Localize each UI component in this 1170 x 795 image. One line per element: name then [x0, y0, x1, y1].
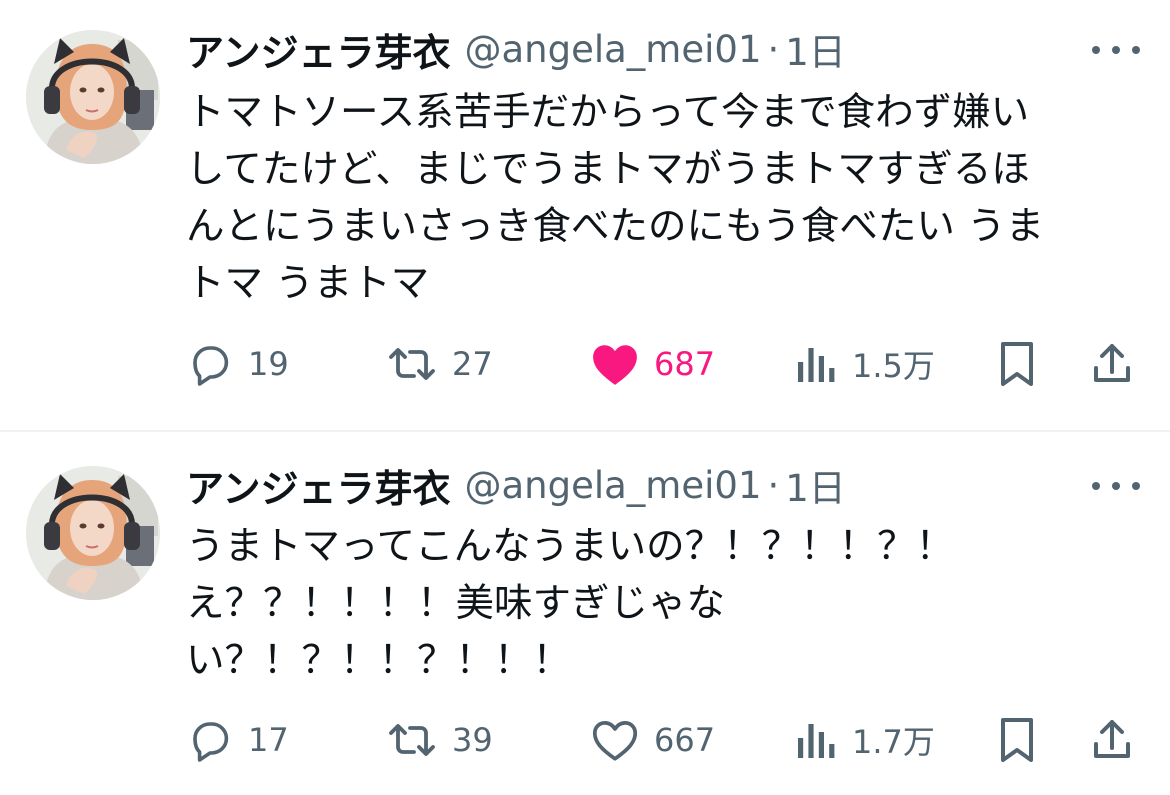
tweet-text-line: うまトマってこんなうまいの？！？！！？！ [186, 524, 955, 569]
more-icon[interactable] [1092, 40, 1140, 60]
reply-button[interactable]: 19 [186, 334, 289, 394]
tweet-header: アンジェラ芽衣 @angela_mei01 · 1日 [186, 22, 846, 77]
bookmark-icon [1001, 342, 1033, 386]
bookmark-icon [1001, 718, 1033, 762]
heart-outline-icon [592, 721, 638, 761]
retweet-icon [389, 724, 435, 756]
share-icon [1094, 720, 1130, 758]
tweet-text: トマトソース系苦手だからって今まで食わず嫌い してたけど、まじでうまトマがうまト… [186, 84, 1146, 312]
view-count: 1.7万 [852, 723, 935, 761]
action-bar: 17 39 667 1.7万 [0, 710, 1170, 770]
timestamp[interactable]: 1日 [785, 22, 846, 76]
like-count: 667 [654, 721, 716, 759]
retweet-icon [389, 348, 435, 380]
retweet-count: 27 [452, 345, 493, 383]
tweet-header: アンジェラ芽衣 @angela_mei01 · 1日 [186, 458, 846, 513]
timestamp[interactable]: 1日 [785, 458, 846, 512]
avatar-image [26, 30, 160, 164]
views-button[interactable]: 1.7万 [796, 710, 935, 770]
display-name[interactable]: アンジェラ芽衣 [186, 22, 450, 77]
avatar-image [26, 466, 160, 600]
reply-count: 17 [248, 721, 289, 759]
separator: · [767, 463, 780, 507]
avatar[interactable] [26, 30, 160, 164]
view-count: 1.5万 [852, 347, 935, 385]
bookmark-button[interactable] [996, 710, 1038, 770]
display-name[interactable]: アンジェラ芽衣 [186, 458, 450, 513]
reply-count: 19 [248, 345, 289, 383]
share-button[interactable] [1088, 334, 1136, 394]
user-handle[interactable]: @angela_mei01 [464, 464, 761, 507]
share-icon [1094, 344, 1130, 382]
avatar[interactable] [26, 466, 160, 600]
like-button[interactable]: 687 [590, 334, 715, 394]
tweet[interactable]: アンジェラ芽衣 @angela_mei01 · 1日 うまトマってこんなうまいの… [0, 432, 1170, 795]
tweet-text-line: え？？！！！！美味すぎじゃな [186, 581, 726, 626]
heart-filled-icon [593, 345, 637, 385]
action-bar: 19 27 687 1.5万 [0, 334, 1170, 394]
retweet-button[interactable]: 27 [386, 334, 493, 394]
reply-icon [193, 722, 229, 762]
reply-icon [193, 346, 229, 386]
separator: · [767, 27, 780, 71]
like-count: 687 [654, 345, 716, 383]
tweet-text-line: トマ うまトマ [186, 261, 430, 306]
tweet-text: うまトマってこんなうまいの？！？！！？！ え？？！！！！美味すぎじゃな い？！？… [186, 518, 1146, 689]
share-button[interactable] [1088, 710, 1136, 770]
views-icon [798, 348, 835, 382]
retweet-button[interactable]: 39 [386, 710, 493, 770]
tweet-text-line: トマトソース系苦手だからって今まで食わず嫌い [186, 90, 1030, 135]
tweet[interactable]: アンジェラ芽衣 @angela_mei01 · 1日 トマトソース系苦手だからっ… [0, 0, 1170, 430]
like-button[interactable]: 667 [590, 710, 715, 770]
more-icon[interactable] [1092, 476, 1140, 496]
user-handle[interactable]: @angela_mei01 [464, 28, 761, 71]
views-icon [798, 724, 835, 758]
tweet-text-line: い？！？！！？！！！ [186, 638, 572, 683]
reply-button[interactable]: 17 [186, 710, 289, 770]
views-button[interactable]: 1.5万 [796, 334, 935, 394]
tweet-text-line: してたけど、まじでうまトマがうまトマすぎるほ [186, 147, 1030, 192]
bookmark-button[interactable] [996, 334, 1038, 394]
retweet-count: 39 [452, 721, 493, 759]
tweet-text-line: んとにうまいさっき食べたのにもう食べたい うま [186, 204, 1045, 249]
